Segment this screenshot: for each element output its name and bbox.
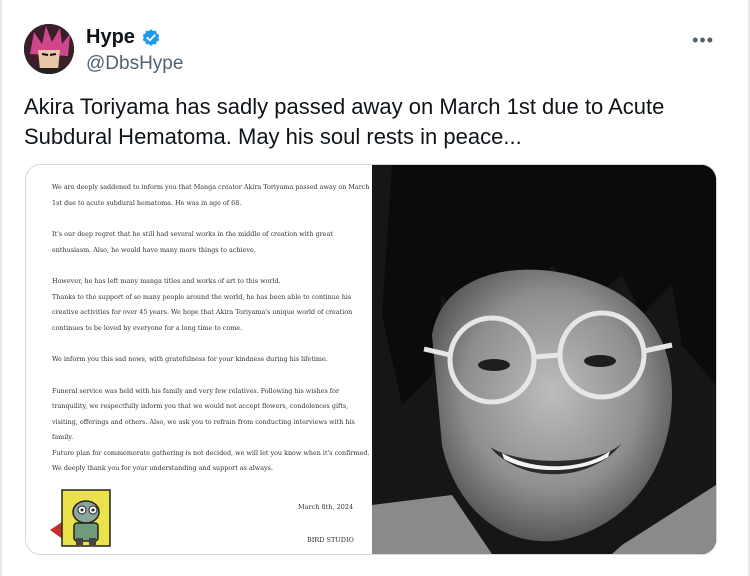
statement-line: creative activities for over 45 years. W… bbox=[52, 308, 353, 316]
statement-line: visiting, offerings and others. Also, we… bbox=[52, 417, 355, 426]
statement-line: continues to be loved by everyone for a … bbox=[52, 323, 243, 332]
name-row: Hype bbox=[86, 26, 161, 49]
frame-border-left bbox=[0, 0, 2, 576]
more-options-icon[interactable]: ••• bbox=[692, 30, 714, 51]
statement-line: family. bbox=[52, 433, 74, 441]
statement-line: Funeral service was held with his family… bbox=[52, 386, 340, 395]
statement-line: enthusiasm. Also, he would have many mor… bbox=[52, 245, 256, 254]
statement-line: However, he has left many manga titles a… bbox=[52, 277, 281, 285]
statement-signature: BIRD STUDIO bbox=[307, 536, 354, 544]
verified-badge-icon bbox=[141, 28, 161, 48]
statement-line: We inform you this sad news, with gratef… bbox=[52, 355, 328, 363]
statement-line: tranquility, we respectfully inform you … bbox=[52, 402, 349, 410]
avatar-image bbox=[24, 24, 74, 74]
display-name[interactable]: Hype bbox=[86, 26, 135, 49]
avatar[interactable] bbox=[24, 24, 74, 74]
statement-line: Future plan for commemorate gathering is… bbox=[52, 448, 370, 457]
tweet-media[interactable]: We are deeply saddened to inform you tha… bbox=[25, 164, 717, 555]
statement-line: We are deeply saddened to inform you tha… bbox=[52, 183, 370, 191]
user-handle[interactable]: @DbsHype bbox=[86, 53, 183, 75]
statement-date: March 8th, 2024 bbox=[298, 503, 354, 511]
statement-line: We deeply thank you for your understandi… bbox=[52, 464, 273, 472]
portrait-photo bbox=[372, 165, 716, 554]
statement-image: We are deeply saddened to inform you tha… bbox=[26, 165, 372, 554]
statement-line: It's our deep regret that he still had s… bbox=[52, 230, 333, 238]
statement-line: Thanks to the support of so many people … bbox=[52, 292, 352, 301]
tweet-text: Akira Toriyama has sadly passed away on … bbox=[24, 94, 665, 149]
tweet-header: Hype @DbsHype ••• bbox=[24, 22, 724, 78]
statement-line: 1st due to acute subdural hematoma. He w… bbox=[52, 198, 242, 207]
statement-body: We are deeply saddened to inform you tha… bbox=[52, 180, 370, 477]
robot-mascot-icon bbox=[46, 488, 116, 548]
